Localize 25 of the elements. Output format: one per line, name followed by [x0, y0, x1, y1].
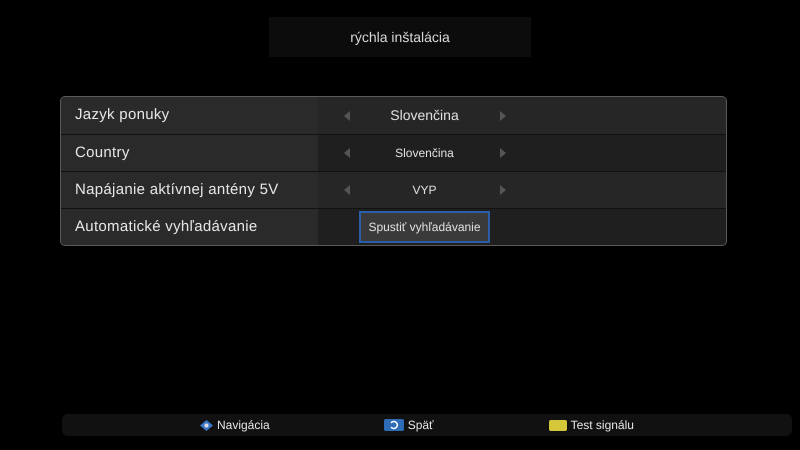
setting-label: Automatické vyhľadávanie	[75, 216, 258, 237]
hint-label: Späť	[408, 417, 434, 434]
hint-label: Navigácia	[217, 417, 270, 434]
option-value: Slovenčina	[394, 145, 455, 162]
settings-row[interactable]: Country Slovenčina	[61, 134, 726, 171]
hint-label: Test signálu	[570, 417, 634, 434]
left-arrow-icon[interactable]	[344, 110, 350, 120]
option-value: Slovenčina	[389, 106, 460, 125]
back-button-icon	[384, 419, 404, 431]
setting-label: Napájanie aktívnej antény 5V	[75, 180, 279, 200]
function-key-icon	[548, 420, 567, 430]
right-arrow-icon[interactable]	[500, 110, 506, 120]
left-arrow-icon[interactable]	[344, 148, 350, 158]
settings-row[interactable]: Napájanie aktívnej antény 5V VYP	[61, 171, 726, 208]
left-arrow-icon[interactable]	[344, 185, 350, 195]
option-value: VYP	[411, 182, 438, 199]
start-search-button[interactable]: Spustiť vyhľadávanie	[359, 211, 490, 243]
settings-row[interactable]: Automatické vyhľadávanie Spustiť vyhľadávanie	[61, 208, 726, 245]
navigation-arrows-icon	[200, 420, 213, 430]
right-arrow-icon[interactable]	[500, 148, 506, 158]
setting-label: Jazyk ponuky	[75, 105, 170, 126]
screen-title: rýchla inštalácia	[269, 17, 531, 57]
settings-row[interactable]: Jazyk ponuky Slovenčina	[61, 97, 726, 134]
right-arrow-icon[interactable]	[500, 185, 506, 195]
setting-label: Country	[75, 142, 130, 163]
